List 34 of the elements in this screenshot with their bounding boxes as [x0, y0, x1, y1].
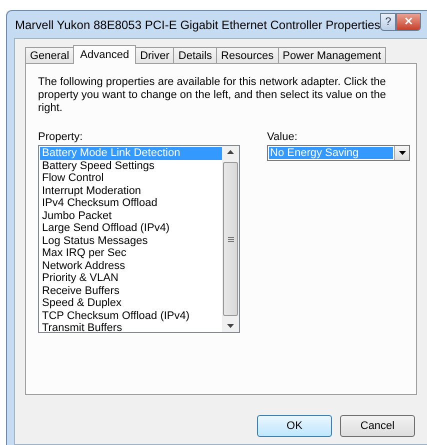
help-button[interactable]: ? — [380, 12, 396, 30]
tab[interactable]: Advanced — [73, 45, 136, 64]
property-item[interactable]: Max IRQ per Sec — [40, 247, 222, 260]
window-title: Marvell Yukon 88E8053 PCI-E Gigabit Ethernet Controller Properties — [14, 18, 380, 32]
scroll-up-icon[interactable] — [227, 150, 234, 154]
property-item[interactable]: Flow Control — [40, 172, 222, 184]
property-label: Property: — [38, 131, 83, 145]
scroll-down-icon[interactable] — [227, 324, 234, 328]
scrollbar[interactable] — [222, 146, 239, 332]
property-item[interactable]: TCP Checksum Offload (IPv4) — [40, 310, 222, 322]
value-label: Value: — [267, 131, 298, 145]
property-item[interactable]: Priority & VLAN — [40, 272, 222, 284]
dialog-button[interactable]: OK — [257, 415, 332, 437]
property-item[interactable]: Log Status Messages — [40, 234, 222, 247]
tab[interactable]: Driver — [135, 47, 174, 63]
tab[interactable]: Resources — [216, 47, 279, 63]
grip-icon — [228, 236, 234, 242]
scroll-thumb[interactable] — [223, 162, 238, 316]
description-text: The following properties are available for this network adapter. Click the property you want to change on the left, and then select its value on the right. — [38, 76, 387, 115]
property-item[interactable]: Transmit Buffers — [40, 322, 222, 332]
property-item[interactable]: Receive Buffers — [40, 284, 222, 297]
property-list[interactable] — [38, 145, 240, 333]
property-item[interactable]: Jumbo Packet — [40, 210, 222, 222]
property-item[interactable]: Large Send Offload (IPv4) — [40, 222, 222, 234]
dropdown-caret-icon — [398, 151, 406, 155]
property-item[interactable]: Speed & Duplex — [40, 297, 222, 310]
tab[interactable]: Details — [173, 47, 218, 63]
property-item[interactable]: Network Address — [40, 260, 222, 272]
dialog-button[interactable]: Cancel — [340, 415, 415, 437]
property-item[interactable]: Battery Speed Settings — [40, 160, 222, 172]
property-item[interactable]: IPv4 Checksum Offload — [40, 197, 222, 210]
tab[interactable]: General — [25, 47, 74, 63]
tab[interactable]: Power Management — [278, 47, 386, 63]
property-item[interactable]: Interrupt Moderation — [40, 184, 222, 197]
